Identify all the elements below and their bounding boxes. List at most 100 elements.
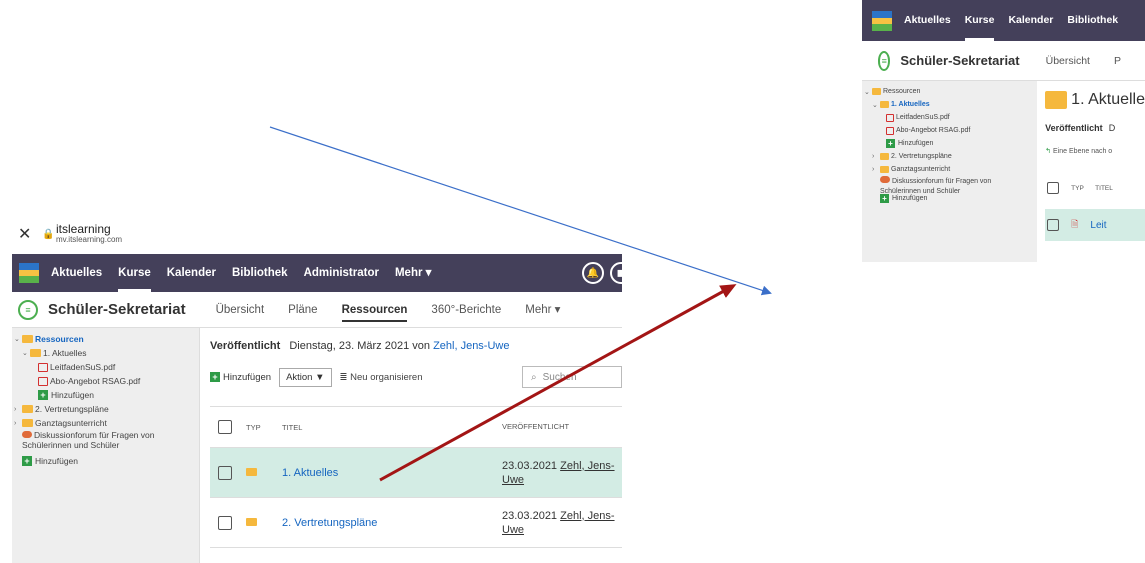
row-checkbox[interactable] [218,515,232,530]
tree-item-abo[interactable]: Abo-Angebot RSAG.pdf [864,124,1037,137]
table-row[interactable]: 1. Aktuelles 23.03.2021 Zehl, Jens- Uwe [210,448,622,498]
nav-aktuelles[interactable]: Aktuelles [904,0,951,41]
folder-icon [30,349,41,357]
nav-mehr[interactable]: Mehr ▾ [395,254,431,292]
tab-plaene[interactable]: Pläne [288,292,317,328]
bell-icon[interactable]: 🔔 [582,262,604,284]
published-info: Veröffentlicht Dienstag, 23. März 2021 v… [210,340,622,352]
chevron-down-icon[interactable]: ⌄ [22,349,30,357]
nav-bibliothek[interactable]: Bibliothek [232,254,288,292]
row-published: 23.03.2021 Zehl, Jens- Uwe [502,509,622,537]
chevron-right-icon[interactable]: › [14,406,22,413]
folder-icon [22,419,33,427]
tree-item-aktuelles[interactable]: ⌄ 1. Aktuelles [12,346,199,360]
chevron-down-icon[interactable]: ⌄ [14,335,22,343]
row-author-link-cont[interactable]: Uwe [502,474,524,486]
tree-label: Ganztagsunterricht [35,418,107,428]
table-row[interactable]: 🗎 Leit [1045,209,1145,241]
tab-uebersicht[interactable]: Übersicht [216,292,265,328]
chevron-right-icon[interactable]: › [872,153,880,160]
level-up-link[interactable]: ↰ Eine Ebene nach o [1045,147,1145,155]
site-url: mv.itslearning.com [56,235,123,245]
arrow-up-icon: ↰ [1045,148,1052,155]
tree-item-add-inner[interactable]: + Hinzufügen [12,388,199,402]
col-typ-header[interactable]: TYP [246,423,282,432]
tree-item-vertretung[interactable]: › 2. Vertretungspläne [864,150,1037,163]
nav-kalender[interactable]: Kalender [167,254,216,292]
tree-item-leitfaden[interactable]: LeitfadenSuS.pdf [864,111,1037,124]
nav-kalender[interactable]: Kalender [1008,0,1053,41]
table-row[interactable]: 2. Vertretungspläne 23.03.2021 Zehl, Jen… [210,498,622,548]
close-icon[interactable]: ✕ [18,224,42,244]
nav-administrator[interactable]: Administrator [304,254,379,292]
forum-icon [880,176,890,183]
tree-label: 2. Vertretungspläne [891,153,952,160]
chevron-right-icon[interactable]: › [14,420,22,427]
tree-item-ganztag[interactable]: › Ganztagsunterricht [12,416,199,430]
folder-icon [246,467,257,476]
row-title-link[interactable]: Leit [1090,220,1106,231]
chat-icon[interactable]: ◼ [610,262,622,284]
tree-item-forum[interactable]: Diskussionforum für Fragen von Schülerin… [12,430,199,450]
tab-plaene[interactable]: P [1114,43,1121,79]
col-title-header[interactable]: TITEL [282,423,502,432]
search-input[interactable]: ⌕ Suchen [522,366,622,388]
plus-icon: + [38,390,48,400]
col-typ-header[interactable]: TYP [1071,185,1095,192]
select-all-checkbox[interactable] [218,420,232,434]
pdf-icon [38,362,48,372]
search-icon: ⌕ [531,371,537,383]
resource-table: TYP TITEL VERÖFFENTLICHT 1. Aktuelles 23… [210,406,622,548]
tab-ressourcen[interactable]: Ressourcen [341,292,407,328]
tab-mehr[interactable]: Mehr ▾ [525,292,560,328]
folder-icon [22,335,33,343]
tree-item-ressourcen[interactable]: ⌄ Ressourcen [12,332,199,346]
tree-item-vertretung[interactable]: › 2. Vertretungspläne [12,402,199,416]
reorganize-label: Neu organisieren [350,371,423,383]
main-content: Veröffentlicht Dienstag, 23. März 2021 v… [200,328,622,563]
plus-icon: + [22,456,32,466]
resource-tree: ⌄ Ressourcen ⌄ 1. Aktuelles LeitfadenSuS.p… [862,81,1038,262]
action-dropdown[interactable]: Aktion ▼ [279,367,332,387]
tree-item-forum[interactable]: Diskussionforum für Fragen von Schülerin… [864,176,1037,195]
tree-item-leitfaden[interactable]: LeitfadenSuS.pdf [12,360,199,374]
itslearning-logo[interactable] [19,263,39,283]
row-author-link-cont[interactable]: Uwe [502,524,524,536]
chevron-down-icon[interactable]: ⌄ [872,101,880,109]
nav-aktuelles[interactable]: Aktuelles [51,254,102,292]
col-title-header[interactable]: TITEL [1095,185,1113,192]
chevron-right-icon[interactable]: › [872,166,880,173]
nav-bibliothek[interactable]: Bibliothek [1067,0,1118,41]
row-author-link[interactable]: Zehl, Jens- [560,460,614,472]
nav-kurse[interactable]: Kurse [964,0,994,41]
published-label: Veröffentlicht [1045,123,1103,133]
tree-label: 1. Aktuelles [43,348,87,358]
folder-icon [22,405,33,413]
row-title-link[interactable]: 1. Aktuelles [282,467,502,479]
row-checkbox[interactable] [218,465,232,480]
tree-item-add-inner[interactable]: + Hinzufügen [864,137,1037,150]
page-title: 1. Aktuelle [1045,91,1145,109]
tab-uebersicht[interactable]: Übersicht [1046,43,1090,79]
col-published-header[interactable]: VERÖFFENTLICHT [502,420,622,434]
plus-icon: + [886,139,895,148]
tab-360-berichte[interactable]: 360°-Berichte [431,292,501,328]
row-author-link[interactable]: Zehl, Jens- [560,510,614,522]
row-title-link[interactable]: 2. Vertretungspläne [282,517,502,529]
add-button[interactable]: + Hinzufügen [210,372,271,383]
course-bar: ≡ Schüler-Sekretariat Übersicht P [862,41,1145,81]
reorganize-button[interactable]: ≣ Neu organisieren [340,372,423,383]
itslearning-logo[interactable] [872,10,892,31]
row-checkbox[interactable] [1047,219,1060,231]
nav-kurse[interactable]: Kurse [118,254,151,292]
tree-label: 2. Vertretungspläne [35,404,109,414]
tree-item-add-outer[interactable]: + Hinzufügen [12,454,199,468]
chevron-down-icon[interactable]: ⌄ [864,88,872,96]
tree-item-aktuelles[interactable]: ⌄ 1. Aktuelles [864,98,1037,111]
tree-item-ganztag[interactable]: › Ganztagsunterricht [864,163,1037,176]
tree-item-ressourcen[interactable]: ⌄ Ressourcen [864,85,1037,98]
select-all-checkbox[interactable] [1047,182,1060,194]
pdf-icon [38,376,48,386]
tree-item-abo[interactable]: Abo-Angebot RSAG.pdf [12,374,199,388]
author-link[interactable]: Zehl, Jens-Uwe [433,340,509,352]
